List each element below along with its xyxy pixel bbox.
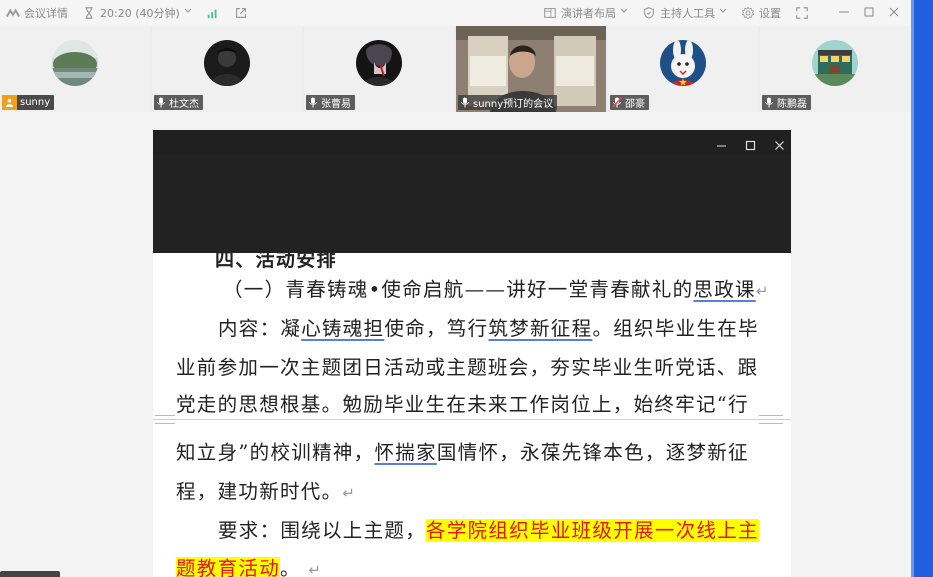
participant-name-tag: 杜文杰 <box>154 95 203 110</box>
network-signal-indicator[interactable] <box>206 6 220 20</box>
doc-line-2: 内容：凝心铸魂担使命，笃行筑梦新征程。组织毕业生在毕 <box>218 312 759 341</box>
layout-icon <box>543 6 557 20</box>
doc-line-6: 程，建功新时代。↵ <box>176 475 356 504</box>
meeting-toolbar: 会议详情 20:20 (40分钟) 演讲者布局 主持人工具 设置 <box>0 0 910 26</box>
participant-strip: sunny 杜文杰 张曹易 sunny预订的会议 邵豪 陈鹏磊 <box>0 26 910 112</box>
hourglass-icon <box>82 6 96 20</box>
participant-name-tag: 邵豪 <box>610 95 649 110</box>
shared-window-titlebar <box>153 130 791 155</box>
page-break-line <box>153 419 791 420</box>
doc-line-3: 业前参加一次主题团日活动或主题班会，夯实毕业生听党话、跟 <box>176 356 759 379</box>
paragraph-mark: ↵ <box>308 561 323 577</box>
shared-document: 四、活动安排 （一）青春铸魂•使命启航——讲好一堂青春献礼的思政课↵ 内容：凝心… <box>153 253 791 577</box>
page-margin-marker <box>155 415 175 424</box>
microphone-icon <box>156 97 166 108</box>
doc-text-underlined: 怀揣家 <box>374 441 437 464</box>
participant-name: sunny <box>20 97 51 108</box>
doc-text-underlined: 心铸魂担 <box>301 317 385 340</box>
microphone-icon <box>764 97 774 108</box>
doc-text: 。组织毕业生在毕 <box>592 317 759 340</box>
maximize-icon <box>864 7 874 17</box>
doc-text-highlighted: 各学院组织毕业班级开展一次线上主 <box>426 519 759 542</box>
participant-tile[interactable]: 陈鹏磊 <box>760 26 910 112</box>
participant-name-tag: sunny预订的会议 <box>458 95 558 110</box>
shared-maximize-icon <box>745 136 756 151</box>
settings-label: 设置 <box>759 7 781 20</box>
microphone-icon <box>460 97 470 108</box>
participant-name: sunny预订的会议 <box>473 99 554 110</box>
close-icon <box>889 7 899 17</box>
fullscreen-icon <box>795 6 809 20</box>
participant-tile[interactable]: 杜文杰 <box>152 26 302 112</box>
host-tools-button[interactable]: 主持人工具 <box>642 5 727 21</box>
external-link-icon <box>234 6 248 20</box>
shared-minimize-icon <box>716 136 727 147</box>
share-out-button[interactable] <box>234 6 248 20</box>
fullscreen-button[interactable] <box>795 6 809 20</box>
doc-text-highlighted: 题教育活动 <box>176 557 281 577</box>
gear-icon <box>741 6 755 20</box>
avatar <box>356 40 402 86</box>
doc-line-5: 知立身”的校训精神，怀揣家国情怀，永葆先锋本色，逐梦新征 <box>176 436 749 465</box>
presenter-layout-button[interactable]: 演讲者布局 <box>543 5 628 21</box>
meeting-logo-icon <box>6 6 20 20</box>
shared-screen: 四、活动安排 （一）青春铸魂•使命启航——讲好一堂青春献礼的思政课↵ 内容：凝心… <box>153 130 791 577</box>
chevron-down-icon <box>184 6 192 20</box>
participant-tile[interactable]: sunny <box>0 26 150 112</box>
paragraph-mark: ↵ <box>755 282 770 300</box>
participant-tile[interactable]: 邵豪 <box>608 26 758 112</box>
host-person-icon <box>2 95 17 110</box>
maximize-window-button[interactable] <box>863 6 877 20</box>
meeting-details-button[interactable]: 会议详情 <box>6 5 68 21</box>
signal-bars-icon <box>206 6 220 20</box>
participant-tile[interactable]: 张曹易 <box>304 26 454 112</box>
doc-text: 内容：凝 <box>218 317 302 340</box>
doc-line-4: 党走的思想根基。勉励毕业生在未来工作岗位上，始终牢记“行 <box>176 393 749 416</box>
meeting-details-label: 会议详情 <box>24 7 68 20</box>
presenter-layout-label: 演讲者布局 <box>561 7 616 20</box>
participant-name: 张曹易 <box>321 99 351 110</box>
avatar <box>812 40 858 86</box>
paragraph-mark: ↵ <box>342 484 357 502</box>
doc-text-underlined: 筑梦新征程 <box>488 317 593 340</box>
doc-text: 。 <box>280 557 301 577</box>
shield-icon <box>642 6 656 20</box>
shared-window-blank-region <box>153 155 791 253</box>
host-tools-label: 主持人工具 <box>660 7 715 20</box>
bottom-panel-handle[interactable] <box>0 571 60 577</box>
doc-text: （一）青春铸魂•使命启航——讲好一堂青春献礼的 <box>223 278 694 301</box>
participant-name-tag: 张曹易 <box>306 95 355 110</box>
avatar <box>52 40 98 86</box>
participant-name: 邵豪 <box>625 99 645 110</box>
microphone-icon <box>308 97 318 108</box>
participant-video-tile[interactable]: sunny预订的会议 <box>456 26 606 112</box>
page-margin-marker <box>759 415 783 424</box>
microphone-off-icon <box>612 97 622 108</box>
doc-text: 知立身”的校训精神， <box>176 441 375 464</box>
doc-line-8: 题教育活动。 ↵ <box>176 552 322 577</box>
avatar <box>204 40 250 86</box>
minimize-icon <box>839 11 849 13</box>
doc-text: 要求：围绕以上主题， <box>218 519 427 542</box>
doc-line-7: 要求：围绕以上主题，各学院组织毕业班级开展一次线上主 <box>218 514 759 543</box>
desktop-background-edge <box>911 0 933 577</box>
chevron-down-icon <box>719 6 727 20</box>
participant-name: 陈鹏磊 <box>777 99 807 110</box>
doc-text: 使命，笃行 <box>384 317 489 340</box>
timer-label: 20:20 (40分钟) <box>100 7 180 20</box>
doc-line-1: （一）青春铸魂•使命启航——讲好一堂青春献礼的思政课↵ <box>223 273 770 302</box>
settings-button[interactable]: 设置 <box>741 5 781 21</box>
doc-text: 国情怀，永葆先锋本色，逐梦新征 <box>436 441 749 464</box>
minimize-window-button[interactable] <box>838 6 852 20</box>
participant-name-tag: 陈鹏磊 <box>762 95 811 110</box>
meeting-timer[interactable]: 20:20 (40分钟) <box>82 5 192 21</box>
participant-name-tag: sunny <box>2 95 55 110</box>
close-window-button[interactable] <box>888 6 902 20</box>
participant-name: 杜文杰 <box>169 99 199 110</box>
chevron-down-icon <box>620 6 628 20</box>
doc-text-underlined: 思政课 <box>693 278 756 301</box>
doc-text: 程，建功新时代。 <box>176 480 343 503</box>
avatar <box>660 40 706 86</box>
shared-close-icon <box>774 136 785 150</box>
